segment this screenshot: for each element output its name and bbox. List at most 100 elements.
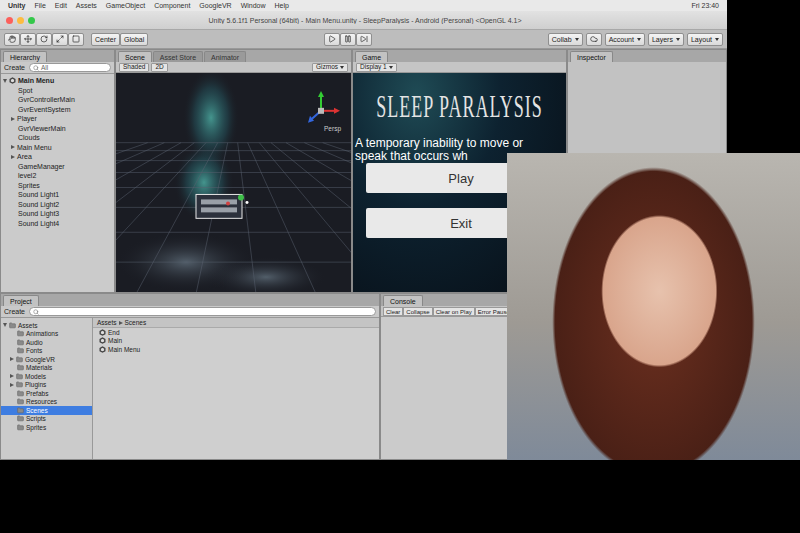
menu-item[interactable]: Assets: [76, 1, 97, 10]
folder-item[interactable]: Sprites: [1, 423, 92, 432]
rotate-tool[interactable]: [36, 33, 52, 46]
expand-arrow-icon[interactable]: [10, 357, 14, 361]
hierarchy-item[interactable]: GvrEventSystem: [1, 105, 114, 115]
title-bar: Unity 5.6.1f1 Personal (64bit) - Main Me…: [0, 11, 727, 30]
hierarchy-item[interactable]: Sound Light3: [1, 209, 114, 219]
rect-tool[interactable]: [68, 33, 84, 46]
menu-item[interactable]: Edit: [55, 1, 67, 10]
hierarchy-item[interactable]: Spot: [1, 86, 114, 96]
folder-item[interactable]: Plugins: [1, 381, 92, 390]
folder-icon: [16, 381, 23, 388]
hierarchy-item[interactable]: Main Menu: [1, 143, 114, 153]
folder-item[interactable]: Fonts: [1, 347, 92, 356]
folder-item[interactable]: Materials: [1, 364, 92, 373]
hierarchy-item[interactable]: GvrControllerMain: [1, 95, 114, 105]
folder-item[interactable]: Prefabs: [1, 389, 92, 398]
scale-tool[interactable]: [52, 33, 68, 46]
search-field[interactable]: All: [29, 63, 111, 72]
expand-arrow-icon[interactable]: [10, 374, 14, 378]
cloud-button[interactable]: [586, 33, 602, 46]
panel-tab[interactable]: Game: [355, 51, 388, 62]
hierarchy-item[interactable]: Main Menu: [1, 76, 114, 86]
gizmos-button[interactable]: Gizmos: [312, 63, 348, 72]
panel-tab[interactable]: Console: [383, 295, 423, 306]
hierarchy-item[interactable]: Sound Light1: [1, 190, 114, 200]
expand-arrow-icon[interactable]: [3, 79, 7, 83]
menu-item[interactable]: Component: [154, 1, 190, 10]
folder-item[interactable]: Scripts: [1, 415, 92, 424]
folder-icon: [17, 347, 24, 354]
view-label: Persp: [324, 125, 341, 132]
file-item[interactable]: Main Menu: [93, 345, 379, 354]
webcam-video: [507, 153, 800, 460]
hand-tool[interactable]: [4, 33, 20, 46]
menu-item[interactable]: GoogleVR: [199, 1, 231, 10]
console-button[interactable]: Collapse: [403, 307, 432, 316]
menu-item[interactable]: Unity: [8, 1, 26, 10]
dropdown-button[interactable]: Layout: [687, 33, 723, 46]
file-item[interactable]: End: [93, 328, 379, 337]
menu-item[interactable]: Help: [275, 1, 289, 10]
hierarchy-item[interactable]: Sound Light2: [1, 200, 114, 210]
file-item[interactable]: Main: [93, 337, 379, 346]
minimize-icon[interactable]: [17, 17, 24, 24]
panel-tab[interactable]: Hierarchy: [3, 51, 47, 62]
zoom-icon[interactable]: [28, 17, 35, 24]
folder-item[interactable]: Assets: [1, 321, 92, 330]
expand-arrow-icon[interactable]: [11, 117, 15, 121]
hand-icon: [8, 35, 16, 43]
scene-control[interactable]: Shaded: [119, 63, 149, 72]
hierarchy-item[interactable]: Sprites: [1, 181, 114, 191]
search-field[interactable]: [29, 307, 376, 316]
console-button[interactable]: Clear: [383, 307, 403, 316]
hierarchy-item[interactable]: level2: [1, 171, 114, 181]
play-icon: [328, 35, 336, 43]
move-tool[interactable]: [20, 33, 36, 46]
expand-arrow-icon[interactable]: [11, 155, 15, 159]
panel-tab[interactable]: Animator: [204, 51, 246, 62]
expand-arrow-icon[interactable]: [11, 145, 15, 149]
folder-item[interactable]: Models: [1, 372, 92, 381]
folder-item[interactable]: Animations: [1, 330, 92, 339]
close-icon[interactable]: [6, 17, 13, 24]
scene-canvas[interactable]: [116, 73, 351, 292]
hierarchy-item[interactable]: GvrViewerMain: [1, 124, 114, 134]
menu-item[interactable]: GameObject: [106, 1, 145, 10]
hierarchy-item[interactable]: Sound Light4: [1, 219, 114, 229]
hierarchy-item[interactable]: Clouds: [1, 133, 114, 143]
create-button[interactable]: Create: [4, 64, 25, 71]
dropdown-button[interactable]: Collab: [548, 33, 583, 46]
dropdown-button[interactable]: Account: [605, 33, 645, 46]
expand-arrow-icon[interactable]: [10, 383, 14, 387]
hierarchy-item[interactable]: GameManager: [1, 162, 114, 172]
play-button[interactable]: [324, 33, 340, 46]
window-title: Unity 5.6.1f1 Personal (64bit) - Main Me…: [39, 17, 721, 24]
dropdown-button[interactable]: Layers: [648, 33, 684, 46]
pause-button[interactable]: [340, 33, 356, 46]
pivot-button[interactable]: Center: [91, 33, 120, 46]
display-dropdown[interactable]: Display 1: [356, 63, 397, 72]
pivot-button[interactable]: Global: [120, 33, 148, 46]
breadcrumb-item[interactable]: Assets: [97, 319, 117, 326]
caret-icon: [715, 38, 719, 41]
hierarchy-item[interactable]: Player: [1, 114, 114, 124]
menu-item[interactable]: Window: [241, 1, 266, 10]
folder-item[interactable]: GoogleVR: [1, 355, 92, 364]
folder-item[interactable]: Scenes: [1, 406, 92, 415]
unity-scene-icon: [99, 346, 106, 353]
folder-item[interactable]: Audio: [1, 338, 92, 347]
hierarchy-item[interactable]: Area: [1, 152, 114, 162]
scene-control[interactable]: 2D: [151, 63, 167, 72]
console-button[interactable]: Clear on Play: [433, 307, 475, 316]
step-button[interactable]: [356, 33, 372, 46]
breadcrumb-item[interactable]: Scenes: [125, 319, 147, 326]
panel-tab[interactable]: Scene: [118, 51, 152, 62]
create-button[interactable]: Create: [4, 308, 25, 315]
panel-tab[interactable]: Asset Store: [153, 51, 203, 62]
panel-tab[interactable]: Inspector: [570, 51, 613, 62]
expand-arrow-icon[interactable]: [3, 323, 7, 327]
folder-item[interactable]: Resources: [1, 398, 92, 407]
menu-item[interactable]: File: [35, 1, 46, 10]
rotate-icon: [40, 35, 48, 43]
panel-tab[interactable]: Project: [3, 295, 39, 306]
